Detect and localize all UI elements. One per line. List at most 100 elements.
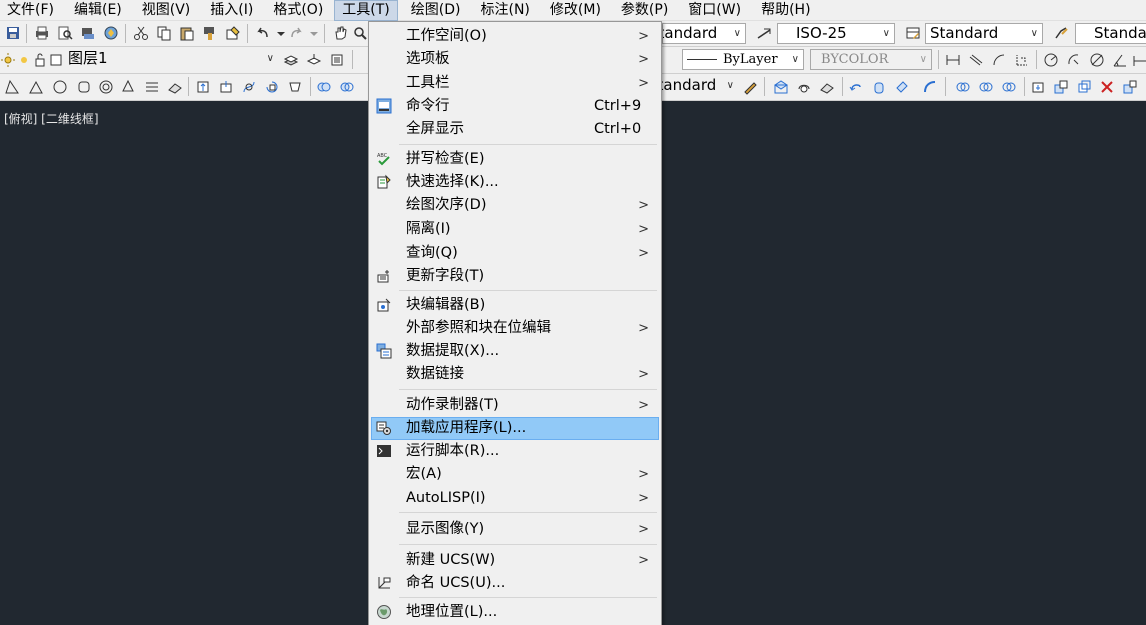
menu-modify[interactable]: 修改(M) xyxy=(543,0,608,21)
aligned-dimension-icon[interactable] xyxy=(968,52,984,68)
viewport-controls[interactable]: [俯视] [二维线框] xyxy=(4,110,99,127)
menu-item-update-fields[interactable]: 更新字段(T) xyxy=(371,265,659,288)
menu-format[interactable]: 格式(O) xyxy=(266,0,330,21)
linetype-select[interactable]: ByLayer ∨ xyxy=(682,49,804,70)
solid-edit-icon[interactable] xyxy=(773,79,789,95)
undo-icon[interactable] xyxy=(255,25,271,41)
arc-length-icon[interactable] xyxy=(991,52,1007,68)
menu-item-data-links[interactable]: 数据链接 > xyxy=(371,363,659,386)
print-preview-icon[interactable] xyxy=(57,25,73,41)
3d-move-icon[interactable] xyxy=(1030,79,1046,95)
menu-item-new-ucs[interactable]: 新建 UCS(W) > xyxy=(371,549,659,572)
layer-select[interactable]: 图层1 ∨ xyxy=(64,49,278,70)
box-icon[interactable] xyxy=(4,79,20,95)
menu-item-quick-select[interactable]: 快速选择(K)... xyxy=(371,171,659,194)
menu-item-isolate[interactable]: 隔离(I) > xyxy=(371,218,659,241)
pan-icon[interactable] xyxy=(332,25,348,41)
sphere-icon[interactable] xyxy=(52,79,68,95)
menu-window[interactable]: 窗口(W) xyxy=(681,0,748,21)
menu-item-spell-check[interactable]: ABC 拼写检查(E) xyxy=(371,148,659,171)
diameter-dimension-icon[interactable] xyxy=(1089,52,1105,68)
radius-dimension-icon[interactable] xyxy=(1043,52,1059,68)
3d-align-icon[interactable] xyxy=(1076,79,1092,95)
block-editor-toolbar-icon[interactable] xyxy=(225,25,241,41)
menu-file[interactable]: 文件(F) xyxy=(0,0,61,21)
3d-rotate-icon[interactable] xyxy=(1053,79,1069,95)
menu-item-run-script[interactable]: 运行脚本(R)... xyxy=(371,440,659,463)
multileader-style-select[interactable]: Standard xyxy=(1075,23,1146,44)
print-icon[interactable] xyxy=(34,25,50,41)
menu-item-load-application[interactable]: 加载应用程序(L)... xyxy=(371,417,659,440)
revolve-icon[interactable] xyxy=(264,79,280,95)
pyramid-icon[interactable] xyxy=(144,79,160,95)
ordinate-dimension-icon[interactable] xyxy=(1014,52,1030,68)
menu-item-inquiry[interactable]: 查询(Q) > xyxy=(371,242,659,265)
wedge-icon[interactable] xyxy=(28,79,44,95)
cut-icon[interactable] xyxy=(133,25,149,41)
section-plane-icon[interactable] xyxy=(894,79,910,95)
edit-style-icon[interactable] xyxy=(742,79,758,95)
dimension-style-select[interactable]: ISO-25 ∨ xyxy=(777,23,895,44)
copy-icon[interactable] xyxy=(156,25,172,41)
menu-item-command-line[interactable]: 命令行 Ctrl+9 xyxy=(371,95,659,118)
visual-style-select[interactable]: Standard∨ xyxy=(662,76,738,97)
torus-icon[interactable] xyxy=(98,79,114,95)
dimension-style-icon[interactable] xyxy=(756,25,772,41)
menu-item-action-recorder[interactable]: 动作录制器(T) > xyxy=(371,394,659,417)
menu-insert[interactable]: 插入(I) xyxy=(203,0,260,21)
3d-array-icon[interactable] xyxy=(1122,79,1138,95)
fillet-edge-icon[interactable] xyxy=(796,79,812,95)
plot-style-select[interactable]: BYCOLOR ∨ xyxy=(810,49,932,70)
menu-item-draw-order[interactable]: 绘图次序(D) > xyxy=(371,194,659,217)
menu-item-named-ucs[interactable]: 命名 UCS(U)... xyxy=(371,572,659,595)
text-style-select[interactable]: Standard∨ xyxy=(662,23,746,44)
table-style-select[interactable]: Standard ∨ xyxy=(925,23,1043,44)
linear-dimension-icon[interactable] xyxy=(945,52,961,68)
paste-icon[interactable] xyxy=(179,25,195,41)
menu-item-autolisp[interactable]: AutoLISP(I) > xyxy=(371,487,659,510)
undo-dropdown-icon[interactable] xyxy=(273,25,289,41)
extrude-icon[interactable] xyxy=(195,79,211,95)
layer-previous-icon[interactable] xyxy=(329,52,345,68)
menu-item-toolbars[interactable]: 工具栏 > xyxy=(371,72,659,95)
publish-icon[interactable] xyxy=(80,25,96,41)
menu-item-macro[interactable]: 宏(A) > xyxy=(371,463,659,486)
quick-dimension-icon[interactable] xyxy=(1132,52,1146,68)
layer-on-icon[interactable] xyxy=(0,52,16,68)
subtract-icon[interactable] xyxy=(339,79,355,95)
menu-tools[interactable]: 工具(T) xyxy=(334,0,398,21)
redo-icon[interactable] xyxy=(288,25,304,41)
freeze-icon[interactable] xyxy=(16,52,32,68)
table-style-icon[interactable] xyxy=(905,25,921,41)
cone-icon[interactable] xyxy=(120,79,136,95)
union-icon[interactable] xyxy=(316,79,332,95)
menu-item-block-editor[interactable]: 块编辑器(B) xyxy=(371,294,659,317)
menu-parametric[interactable]: 参数(P) xyxy=(614,0,675,21)
layer-properties-icon[interactable] xyxy=(283,52,299,68)
3d-print-icon[interactable] xyxy=(103,25,119,41)
slice-icon[interactable] xyxy=(848,79,864,95)
presspull-icon[interactable] xyxy=(218,79,234,95)
menu-item-palettes[interactable]: 选项板 > xyxy=(371,48,659,71)
intersect-3d-icon[interactable] xyxy=(1001,79,1017,95)
planar-surface-icon[interactable] xyxy=(167,79,183,95)
chamfer-edge-icon[interactable] xyxy=(819,79,835,95)
make-current-layer-icon[interactable] xyxy=(306,52,322,68)
menu-item-geographic-location[interactable]: 地理位置(L)... xyxy=(371,601,659,624)
cylinder-icon[interactable] xyxy=(76,79,92,95)
menu-draw[interactable]: 绘图(D) xyxy=(404,0,468,21)
layer-color-swatch-icon[interactable] xyxy=(48,52,64,68)
menu-dimension[interactable]: 标注(N) xyxy=(474,0,537,21)
loft-icon[interactable] xyxy=(287,79,303,95)
multileader-style-icon[interactable] xyxy=(1053,25,1069,41)
menu-edit[interactable]: 编辑(E) xyxy=(67,0,129,21)
match-properties-icon[interactable] xyxy=(202,25,218,41)
lock-icon[interactable] xyxy=(32,52,48,68)
menu-item-workspaces[interactable]: 工作空间(O) > xyxy=(371,25,659,48)
angular-dimension-icon[interactable] xyxy=(1112,52,1128,68)
save-icon[interactable] xyxy=(5,25,21,41)
union-3d-icon[interactable] xyxy=(955,79,971,95)
flatshot-icon[interactable] xyxy=(922,79,938,95)
sweep-icon[interactable] xyxy=(241,79,257,95)
interfere-icon[interactable] xyxy=(871,79,887,95)
